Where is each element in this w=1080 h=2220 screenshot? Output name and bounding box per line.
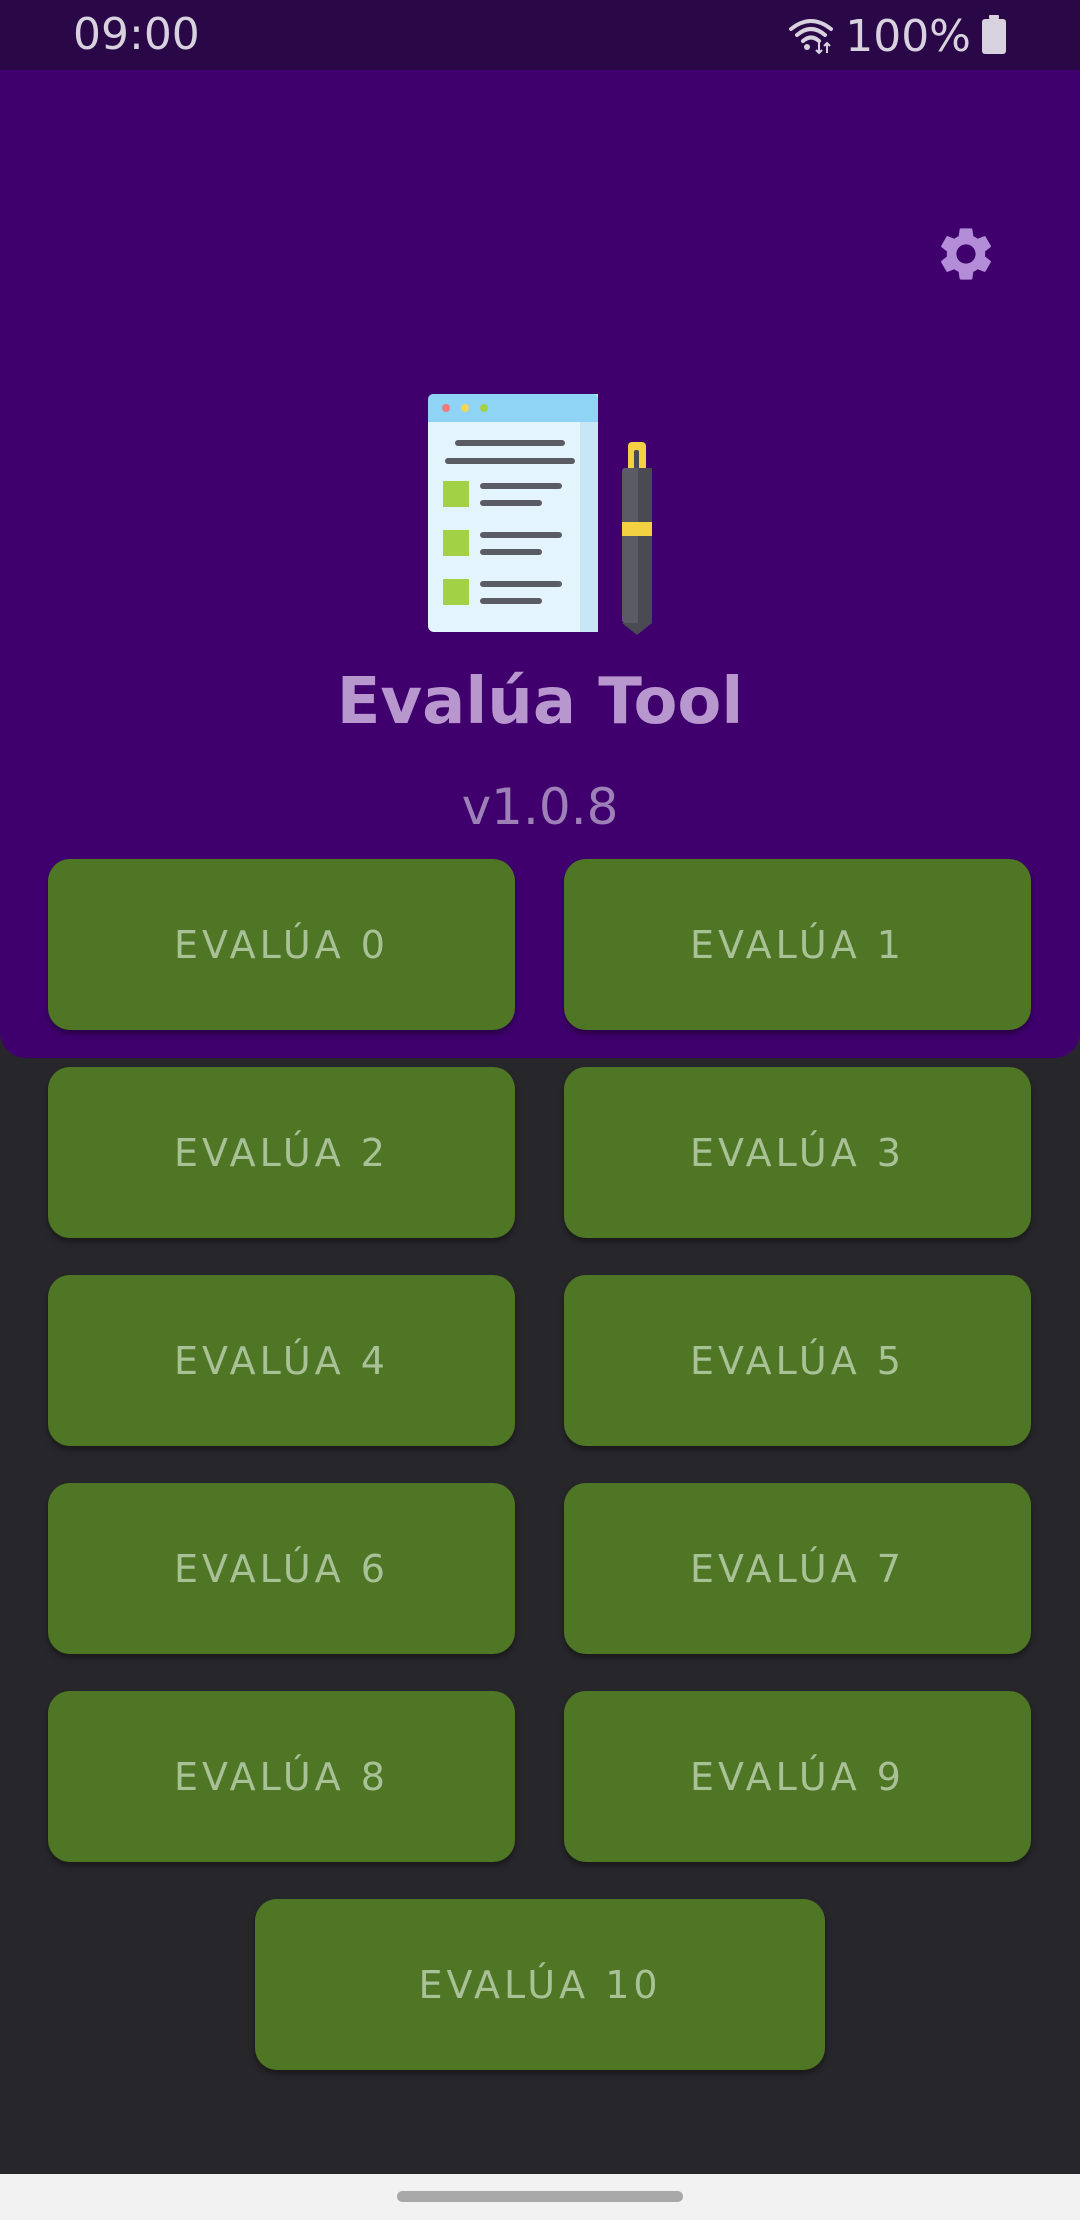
status-bar: 09:00 100% [0, 0, 1080, 70]
navigation-bar [0, 2174, 1080, 2220]
evalua-0-button[interactable]: EVALÚA 0 [48, 859, 515, 1030]
wifi-icon [787, 15, 835, 60]
evalua-5-button[interactable]: EVALÚA 5 [564, 1275, 1031, 1446]
app-title: Evalúa Tool [336, 665, 744, 739]
home-gesture-handle[interactable] [397, 2191, 683, 2202]
battery-icon [981, 14, 1007, 60]
app-version: v1.0.8 [461, 778, 619, 836]
status-icons: 100% [787, 12, 1007, 62]
evalua-4-button[interactable]: EVALÚA 4 [48, 1275, 515, 1446]
evalua-9-button[interactable]: EVALÚA 9 [564, 1691, 1031, 1862]
evalua-6-button[interactable]: EVALÚA 6 [48, 1483, 515, 1654]
main-screen: 09:00 100% Evalúa Tool v1.0.8 EVALÚA 0 E… [0, 0, 1080, 2220]
battery-percentage: 100% [845, 11, 971, 62]
evalua-7-button[interactable]: EVALÚA 7 [564, 1483, 1031, 1654]
gear-icon [934, 222, 998, 291]
checklist-with-pen-icon [420, 390, 660, 635]
evalua-2-button[interactable]: EVALÚA 2 [48, 1067, 515, 1238]
status-time: 09:00 [73, 9, 200, 60]
settings-button[interactable] [930, 220, 1002, 292]
evalua-1-button[interactable]: EVALÚA 1 [564, 859, 1031, 1030]
evalua-3-button[interactable]: EVALÚA 3 [564, 1067, 1031, 1238]
evalua-8-button[interactable]: EVALÚA 8 [48, 1691, 515, 1862]
evalua-10-button[interactable]: EVALÚA 10 [255, 1899, 825, 2070]
